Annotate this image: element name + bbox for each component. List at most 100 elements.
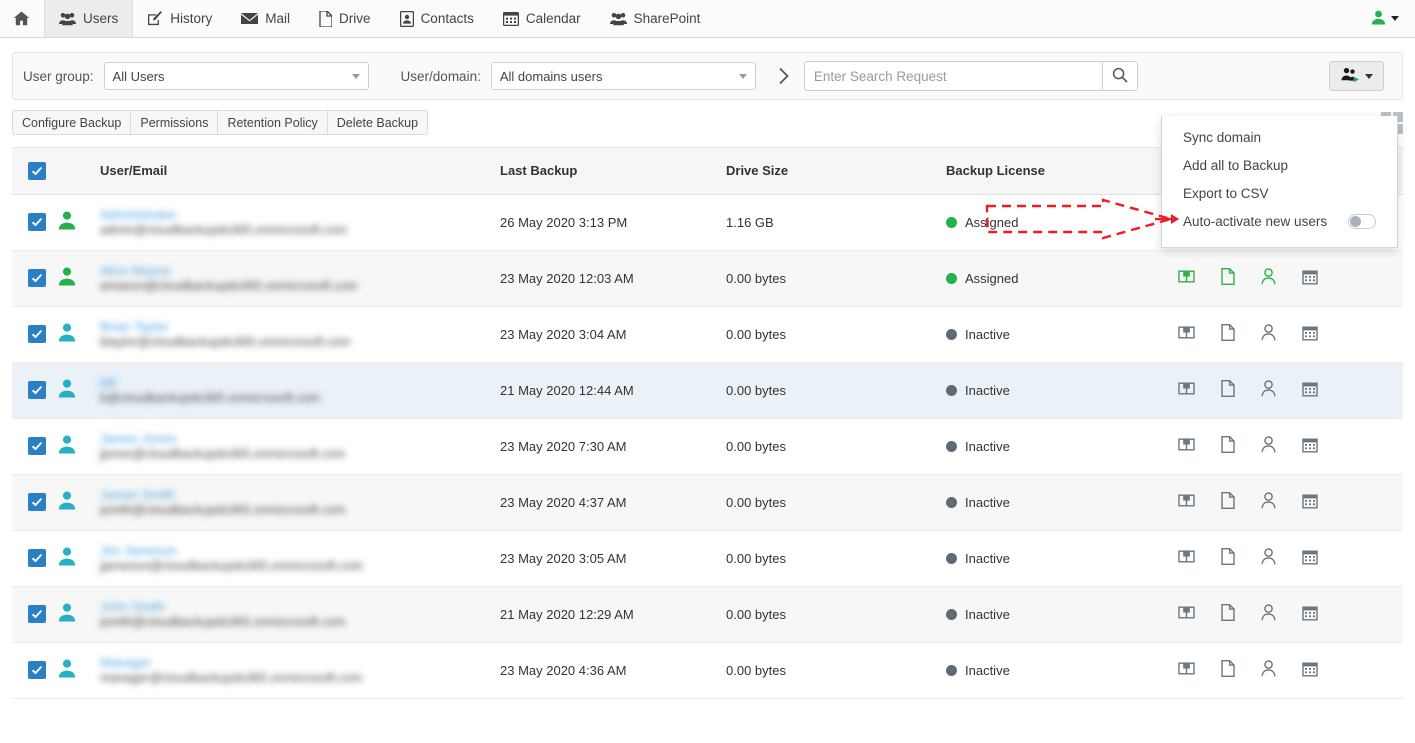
row-checkbox[interactable] [28, 437, 46, 455]
contacts-person-icon[interactable] [1261, 436, 1276, 456]
contacts-person-icon[interactable] [1261, 492, 1276, 512]
calendar-service-icon[interactable] [1302, 493, 1318, 512]
mailbox-icon[interactable] [1178, 436, 1195, 456]
chevron-right-icon[interactable] [778, 67, 790, 85]
select-all-checkbox[interactable] [28, 161, 46, 180]
row-checkbox[interactable] [28, 493, 46, 511]
row-checkbox[interactable] [28, 213, 46, 231]
user-email-cell: John Smith jsmith@cloudbackupdo365.onmicr… [100, 586, 500, 642]
calendar-service-icon[interactable] [1302, 381, 1318, 400]
permissions-button[interactable]: Permissions [130, 110, 218, 135]
table-row[interactable]: Manager manager@cloudbackupdo365.onmicros… [12, 642, 1403, 698]
calendar-service-icon[interactable] [1302, 437, 1318, 456]
users-actions-dropdown-button[interactable] [1329, 61, 1384, 91]
user-name-link[interactable]: Manager [100, 655, 151, 670]
drive-file-icon[interactable] [1221, 548, 1235, 568]
user-name-link[interactable]: Administrator [100, 207, 177, 222]
drive-file-icon[interactable] [1221, 436, 1235, 456]
table-row[interactable]: James Smith jsmith@cloudbackupdo365.onmic… [12, 474, 1403, 530]
contacts-person-icon[interactable] [1261, 380, 1276, 400]
table-row[interactable]: John Smith jsmith@cloudbackupdo365.onmicr… [12, 586, 1403, 642]
search-button[interactable] [1101, 61, 1138, 91]
row-checkbox[interactable] [28, 661, 46, 679]
user-name-link[interactable]: James Jones [100, 431, 177, 446]
mailbox-icon[interactable] [1178, 660, 1195, 680]
user-name-link[interactable]: Brian Taylor [100, 319, 168, 334]
table-row[interactable]: Jim Jameson jjameson@cloudbackupdo365.onm… [12, 530, 1403, 586]
drive-file-icon[interactable] [1221, 268, 1235, 288]
drive-file-icon[interactable] [1221, 324, 1235, 344]
drive-size-cell: 0.00 bytes [726, 438, 786, 454]
menu-item-export-to-csv[interactable]: Export to CSV [1162, 179, 1397, 207]
mailbox-icon[interactable] [1178, 268, 1195, 288]
user-domain-select[interactable]: All domains users [490, 62, 756, 90]
search-input[interactable] [803, 61, 1102, 91]
nav-item-home[interactable] [0, 0, 44, 37]
nav-item-contacts[interactable]: Contacts [386, 0, 489, 37]
drive-file-icon[interactable] [1221, 492, 1235, 512]
retention-policy-button[interactable]: Retention Policy [217, 110, 327, 135]
drive-file-icon[interactable] [1221, 380, 1235, 400]
last-backup-cell: 21 May 2020 12:29 AM [500, 606, 634, 622]
menu-item-sync-domain[interactable]: Sync domain [1162, 123, 1397, 151]
table-row[interactable]: bill b@cloudbackupdo365.onmicrosoft.com 21… [12, 362, 1403, 418]
configure-backup-button[interactable]: Configure Backup [12, 110, 131, 135]
contacts-person-icon[interactable] [1261, 268, 1276, 288]
user-name-link[interactable]: Alice Mason [100, 263, 171, 278]
menu-item-add-all-to-backup[interactable]: Add all to Backup [1162, 151, 1397, 179]
calendar-service-icon[interactable] [1302, 605, 1318, 624]
nav-item-calendar[interactable]: Calendar [489, 0, 596, 37]
nav-item-mail[interactable]: Mail [227, 0, 305, 37]
avatar [58, 379, 76, 401]
calendar-service-icon[interactable] [1302, 661, 1318, 680]
mailbox-icon[interactable] [1178, 380, 1195, 400]
contacts-person-icon[interactable] [1261, 604, 1276, 624]
last-backup-header: Last Backup [500, 148, 726, 195]
account-menu-button[interactable] [1355, 0, 1415, 37]
row-select-cell [12, 586, 58, 642]
backup-license-cell: Inactive [946, 474, 1178, 530]
avatar-header [58, 148, 100, 195]
sharepoint-icon [609, 12, 627, 26]
row-select-cell [12, 250, 58, 306]
user-name-link[interactable]: bill [100, 375, 116, 390]
calendar-service-icon[interactable] [1302, 549, 1318, 568]
menu-item-auto-activate-new-users[interactable]: Auto-activate new users [1162, 207, 1397, 235]
mailbox-icon[interactable] [1178, 324, 1195, 344]
mailbox-icon[interactable] [1178, 604, 1195, 624]
table-row[interactable]: Alice Mason amason@cloudbackupdo365.onmic… [12, 250, 1403, 306]
last-backup-cell: 23 May 2020 4:37 AM [500, 494, 627, 510]
nav-item-drive[interactable]: Drive [305, 0, 386, 37]
row-checkbox[interactable] [28, 549, 46, 567]
delete-backup-button[interactable]: Delete Backup [326, 110, 429, 135]
mailbox-icon[interactable] [1178, 492, 1195, 512]
table-row[interactable]: Brian Taylor btaylor@cloudbackupdo365.onm… [12, 306, 1403, 362]
user-name-link[interactable]: John Smith [100, 599, 165, 614]
nav-item-users[interactable]: Users [44, 0, 134, 37]
user-name-link[interactable]: James Smith [100, 487, 175, 502]
row-checkbox[interactable] [28, 325, 46, 343]
mailbox-icon[interactable] [1178, 548, 1195, 568]
calendar-service-icon[interactable] [1302, 325, 1318, 344]
row-checkbox[interactable] [28, 381, 46, 399]
last-backup-cell: 23 May 2020 3:05 AM [500, 550, 627, 566]
avatar [58, 323, 76, 345]
contacts-person-icon[interactable] [1261, 548, 1276, 568]
bulk-actions-group: Configure Backup Permissions Retention P… [12, 110, 429, 135]
calendar-service-icon[interactable] [1302, 269, 1318, 288]
contacts-person-icon[interactable] [1261, 324, 1276, 344]
drive-file-icon[interactable] [1221, 660, 1235, 680]
contacts-person-icon[interactable] [1261, 660, 1276, 680]
drive-file-icon[interactable] [1221, 604, 1235, 624]
row-checkbox[interactable] [28, 269, 46, 287]
user-group-select[interactable]: All Users [103, 62, 369, 90]
user-name-link[interactable]: Jim Jameson [100, 543, 177, 558]
nav-item-sharepoint[interactable]: SharePoint [596, 0, 716, 37]
services-cell [1178, 362, 1403, 418]
auto-activate-toggle[interactable] [1348, 213, 1376, 229]
table-row[interactable]: James Jones jjones@cloudbackupdo365.onmic… [12, 418, 1403, 474]
user-email-cell: Manager manager@cloudbackupdo365.onmicros… [100, 642, 500, 698]
row-checkbox[interactable] [28, 605, 46, 623]
nav-item-history[interactable]: History [133, 0, 227, 37]
nav-item-label: Mail [265, 11, 291, 26]
